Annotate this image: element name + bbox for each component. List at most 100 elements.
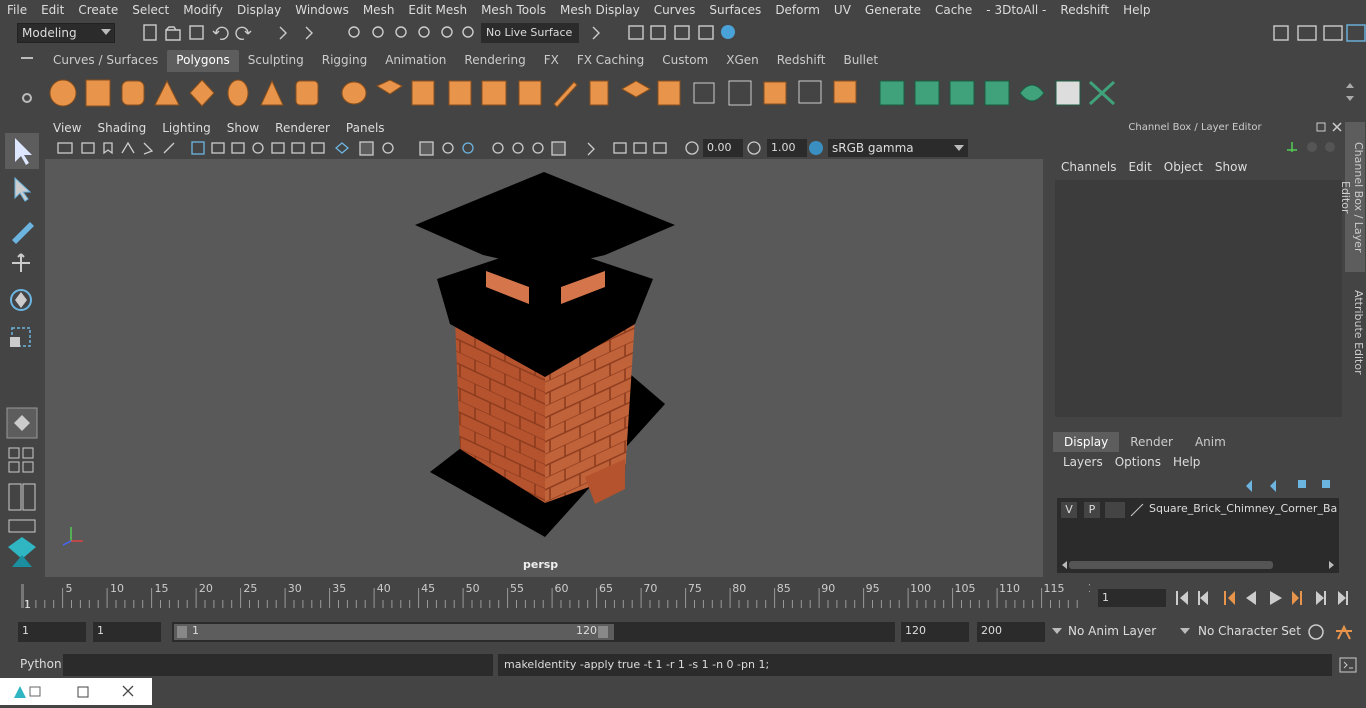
timeline-tick-label: 10 xyxy=(110,582,124,595)
viewport-menu-renderer[interactable]: Renderer xyxy=(267,120,338,138)
layer-display-toggle[interactable] xyxy=(1105,502,1125,518)
shelf-menu-icon[interactable] xyxy=(21,57,33,59)
chevron-down-icon[interactable] xyxy=(1180,628,1190,634)
panel-layout3-icon xyxy=(653,142,667,154)
menu-surfaces[interactable]: Surfaces xyxy=(702,3,768,17)
viewport-menu-view[interactable]: View xyxy=(45,120,89,138)
viewport-menu-panels[interactable]: Panels xyxy=(338,120,393,138)
exposure-field[interactable]: 0.00 xyxy=(703,139,743,157)
shelf-tab-xgen[interactable]: XGen xyxy=(717,50,768,72)
channel-box-area[interactable] xyxy=(1055,180,1342,417)
layer-visibility-toggle[interactable]: V xyxy=(1061,502,1077,518)
time-slider-ruler[interactable]: 5 10 15 20 25 30 35 40 45 50 55 60 65 70 75 80 85 90 95 100… xyxy=(18,580,1102,612)
range-start-grip[interactable] xyxy=(177,626,187,638)
perspective-viewport[interactable]: persp xyxy=(45,159,1043,577)
menu-display[interactable]: Display xyxy=(230,3,288,17)
shelf-tab-sculpting[interactable]: Sculpting xyxy=(239,50,313,72)
textured-icon xyxy=(291,142,305,154)
menu-select[interactable]: Select xyxy=(125,3,176,17)
current-time-indicator[interactable] xyxy=(21,584,24,608)
menu-mesh-display[interactable]: Mesh Display xyxy=(553,3,647,17)
panel-window-controls[interactable] xyxy=(1314,121,1344,133)
menu-mesh[interactable]: Mesh xyxy=(356,3,402,17)
shelf-tab-animation[interactable]: Animation xyxy=(376,50,455,72)
menu-redshift[interactable]: Redshift xyxy=(1053,3,1116,17)
command-output: makeIdentity -apply true -t 1 -r 1 -s 1 … xyxy=(498,654,1332,676)
menu-modify[interactable]: Modify xyxy=(176,3,230,17)
range-end-grip[interactable] xyxy=(598,626,608,638)
shelf-scroll-icon[interactable] xyxy=(1343,80,1357,110)
paint-select-icon xyxy=(12,222,34,244)
channel-menu-object[interactable]: Object xyxy=(1158,160,1209,174)
shelf-tab-polygons[interactable]: Polygons xyxy=(167,50,239,72)
end-time-field[interactable]: 200 xyxy=(977,622,1045,642)
shelf-tab-bullet[interactable]: Bullet xyxy=(834,50,887,72)
layer-name[interactable]: Square_Brick_Chimney_Corner_Base_( xyxy=(1149,502,1337,518)
layer-color-icon[interactable] xyxy=(1129,502,1145,518)
playback-end-field[interactable]: 120 xyxy=(901,622,969,642)
gamma-field[interactable]: 1.00 xyxy=(767,139,807,157)
viewport-menu-lighting[interactable]: Lighting xyxy=(154,120,219,138)
time-slider[interactable]: 5 10 15 20 25 30 35 40 45 50 55 60 65 70 75 80 85 90 95 100… xyxy=(18,580,1102,612)
gear-icon[interactable] xyxy=(21,92,33,104)
new-layer-selected-icon xyxy=(1322,480,1330,488)
menu-help[interactable]: Help xyxy=(1116,3,1157,17)
menu-3dtoall[interactable]: - 3DtoAll - xyxy=(979,3,1053,17)
color-space-select[interactable]: sRGB gamma xyxy=(828,139,968,157)
shelf-tab-redshift[interactable]: Redshift xyxy=(768,50,835,72)
live-surface-field[interactable]: No Live Surface xyxy=(481,23,579,43)
shelf-tab-rendering[interactable]: Rendering xyxy=(455,50,534,72)
layer-menu-layers[interactable]: Layers xyxy=(1057,455,1109,469)
channel-menu-channels[interactable]: Channels xyxy=(1055,160,1123,174)
menu-edit[interactable]: Edit xyxy=(34,3,71,17)
tab-anim[interactable]: Anim xyxy=(1184,432,1237,452)
layer-menu-options[interactable]: Options xyxy=(1109,455,1167,469)
uv-checker-icon xyxy=(1055,80,1081,106)
menu-windows[interactable]: Windows xyxy=(288,3,356,17)
layer-playback-toggle[interactable]: P xyxy=(1084,502,1100,518)
range-slider-handle[interactable] xyxy=(174,624,614,640)
shelf-tab-fx[interactable]: FX xyxy=(535,50,568,72)
menu-mesh-tools[interactable]: Mesh Tools xyxy=(474,3,553,17)
channel-menu-edit[interactable]: Edit xyxy=(1123,160,1158,174)
chevron-down-icon[interactable] xyxy=(1052,628,1062,634)
start-time-field[interactable]: 1 xyxy=(18,622,86,642)
script-language-label[interactable]: Python xyxy=(20,657,62,671)
multi-cut-icon xyxy=(553,81,578,108)
tab-render[interactable]: Render xyxy=(1119,432,1184,452)
range-slider-track[interactable]: 1 120 xyxy=(172,622,895,642)
anim-layer-select[interactable]: No Anim Layer xyxy=(1068,624,1188,638)
xray-icon xyxy=(252,142,264,154)
wireframe-icon xyxy=(211,142,225,154)
current-frame-field[interactable]: 1 xyxy=(1098,589,1166,607)
shelf-tab-custom[interactable]: Custom xyxy=(653,50,717,72)
viewport-menu-show[interactable]: Show xyxy=(219,120,267,138)
tab-display[interactable]: Display xyxy=(1053,432,1120,452)
shelf-tab-rigging[interactable]: Rigging xyxy=(313,50,376,72)
chimney-model[interactable] xyxy=(45,159,1043,577)
menu-uv[interactable]: UV xyxy=(827,3,858,17)
tab-attribute-editor[interactable]: Attribute Editor xyxy=(1345,282,1365,382)
playback-start-field[interactable]: 1 xyxy=(93,622,161,642)
shelf-tab-curves-surfaces[interactable]: Curves / Surfaces xyxy=(44,50,167,72)
layer-menu-help[interactable]: Help xyxy=(1167,455,1206,469)
timeline-tick-label: 35 xyxy=(332,582,346,595)
command-input[interactable] xyxy=(63,654,493,676)
menu-cache[interactable]: Cache xyxy=(928,3,979,17)
viewport-menu-shading[interactable]: Shading xyxy=(89,120,154,138)
character-set-select[interactable]: No Character Set xyxy=(1198,624,1308,638)
menu-deform[interactable]: Deform xyxy=(768,3,827,17)
script-editor-icon[interactable] xyxy=(1338,656,1358,674)
menu-edit-mesh[interactable]: Edit Mesh xyxy=(401,3,474,17)
chimney-top-cap xyxy=(415,172,675,269)
tab-channel-box[interactable]: Channel Box / Layer Editor xyxy=(1339,122,1365,272)
main-menubar: File Edit Create Select Modify Display Windows… xyxy=(0,0,1366,20)
menu-file[interactable]: File xyxy=(0,3,34,17)
open-scene-icon xyxy=(165,26,181,41)
menu-create[interactable]: Create xyxy=(71,3,125,17)
channel-menu-show[interactable]: Show xyxy=(1209,160,1253,174)
shelf-tab-fx-caching[interactable]: FX Caching xyxy=(568,50,653,72)
menu-curves[interactable]: Curves xyxy=(647,3,703,17)
menu-generate[interactable]: Generate xyxy=(858,3,928,17)
mode-selector[interactable]: Modeling xyxy=(17,23,115,43)
